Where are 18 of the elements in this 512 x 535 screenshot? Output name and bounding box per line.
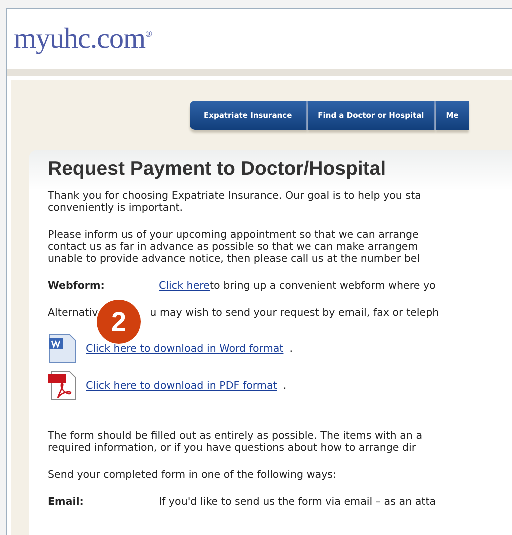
site-logo[interactable]: myuhc.com$^{®}$ xyxy=(14,22,152,56)
paragraph: Thank you for choosing Expatriate Insurance. Our goal is to help you sta conveniently is important. xyxy=(48,190,422,214)
step-badge: 2 xyxy=(97,300,141,344)
paragraph: Please inform us of your upcoming appointment so that we can arrange contact us as far in advance as possible so that we can make arrangem unable to provide advance notice, then please call us at the number bel xyxy=(48,229,422,265)
link-punctuation: . xyxy=(290,343,293,355)
download-link[interactable]: Click here to download in PDF format xyxy=(86,380,278,392)
paragraph-text: Alternativ xyxy=(48,307,98,319)
field-label: Webform: xyxy=(48,280,106,292)
field-label: Email: xyxy=(48,496,85,508)
link-punctuation: . xyxy=(283,380,287,392)
download-link[interactable]: Click here to download in Word format xyxy=(86,343,284,355)
paragraph: Send your completed form in one of the following ways: xyxy=(48,469,338,481)
paragraph-text: u may wish to send your request by email, fax or teleph xyxy=(150,307,440,319)
webform-description: to bring up a convenient webform where yo xyxy=(210,280,436,292)
webform-link[interactable]: Click here xyxy=(159,280,210,292)
paragraph: The form should be filled out as entirely as possible. The items with an a required information, or if you have questions about how to arrange dir xyxy=(48,430,424,454)
method-description: If you'd like to send us the form via email – as an atta xyxy=(159,496,436,508)
page-title: Request Payment to Doctor/Hospital xyxy=(48,158,388,181)
